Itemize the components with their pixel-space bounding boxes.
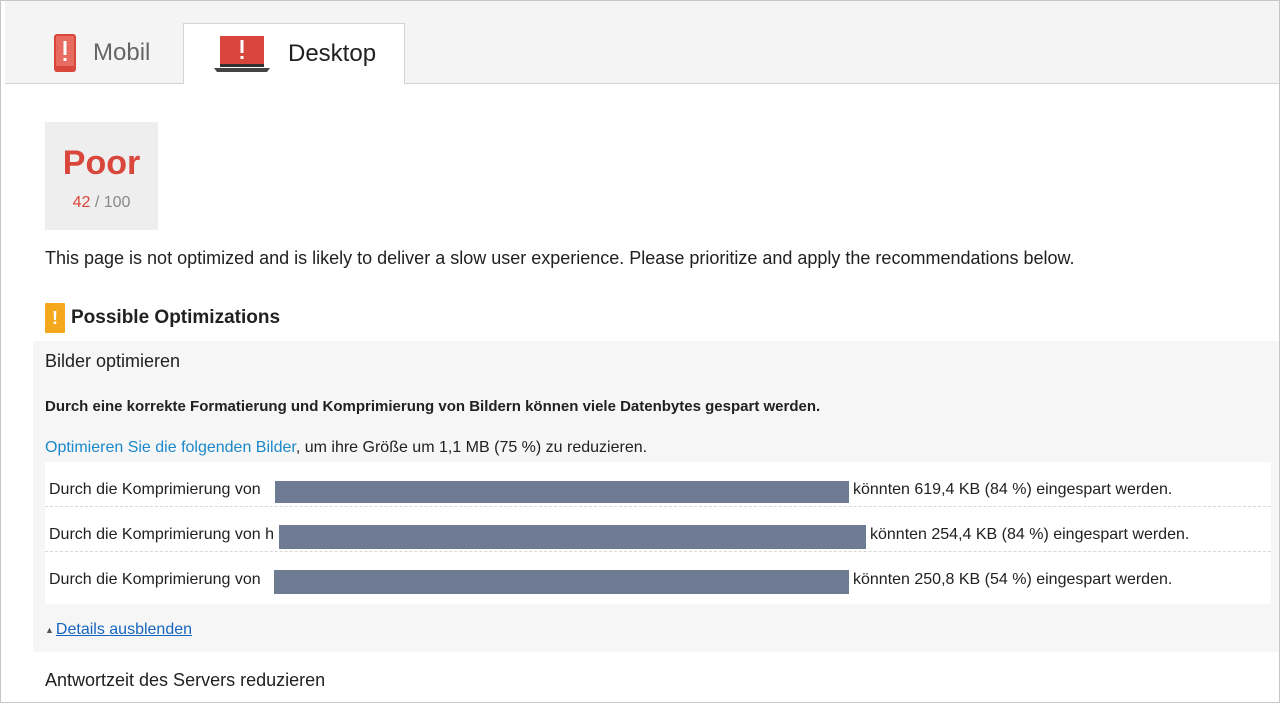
device-tabbar: Mobil Desktop: [5, 1, 1279, 84]
possible-optimizations-heading: ! Possible Optimizations: [45, 303, 280, 333]
url-row-lead: Durch die Komprimierung von: [49, 571, 261, 588]
collapse-triangle-icon: ▲: [45, 624, 54, 635]
details-toggle-label[interactable]: Details ausblenden: [56, 621, 192, 638]
rule-summary-suffix: , um ihre Größe um 1,1 MB (75 %) zu redu…: [295, 439, 648, 456]
rule-summary-line: Optimieren Sie die folgenden Bilder, um …: [45, 439, 647, 457]
mobile-warning-icon: [53, 33, 77, 73]
rule-panel-optimize-images: Bilder optimieren Durch eine korrekte Fo…: [33, 341, 1279, 652]
score-max: / 100: [94, 194, 131, 211]
page-frame: Mobil Desktop Poor 42 / 100 This page is…: [0, 0, 1280, 703]
score-label: Poor: [62, 144, 141, 182]
url-list: Durch die Komprimierung von könnten 619,…: [45, 462, 1271, 604]
url-row: Durch die Komprimierung von h könnten 25…: [45, 507, 1271, 552]
redacted-url: [274, 570, 849, 594]
url-row: Durch die Komprimierung von könnten 250,…: [45, 552, 1271, 596]
optimizations-heading-label: Possible Optimizations: [71, 307, 281, 328]
warning-icon: !: [45, 303, 65, 333]
score-number: 42: [72, 194, 91, 211]
summary-text: This page is not optimized and is likely…: [45, 248, 1075, 268]
url-row-lead: Durch die Komprimierung von: [49, 481, 261, 498]
url-row-savings: könnten 254,4 KB (84 %) eingespart werde…: [870, 526, 1190, 543]
url-row: Durch die Komprimierung von könnten 619,…: [45, 462, 1271, 507]
desktop-warning-icon: [214, 35, 270, 73]
redacted-url: [279, 525, 866, 549]
redacted-url: [275, 481, 849, 503]
rule-title[interactable]: Bilder optimieren: [45, 351, 180, 372]
rule-title-server-response[interactable]: Antwortzeit des Servers reduzieren: [45, 670, 325, 691]
tab-mobile-label: Mobil: [93, 39, 151, 66]
rule-description: Durch eine korrekte Formatierung und Kom…: [45, 398, 821, 415]
url-row-savings: könnten 250,8 KB (54 %) eingespart werde…: [853, 571, 1173, 588]
tab-mobile[interactable]: Mobil: [5, 23, 183, 83]
url-row-lead: Durch die Komprimierung von h: [49, 526, 274, 543]
details-toggle[interactable]: ▲ Details ausblenden: [45, 621, 192, 639]
score-box: Poor 42 / 100: [45, 122, 158, 230]
url-row-savings: könnten 619,4 KB (84 %) eingespart werde…: [853, 481, 1173, 498]
tab-desktop-label: Desktop: [288, 40, 377, 67]
optimize-images-link[interactable]: Optimieren Sie die folgenden Bilder: [45, 439, 296, 456]
tab-desktop[interactable]: Desktop: [183, 23, 405, 84]
score-value: 42 / 100: [45, 194, 158, 212]
